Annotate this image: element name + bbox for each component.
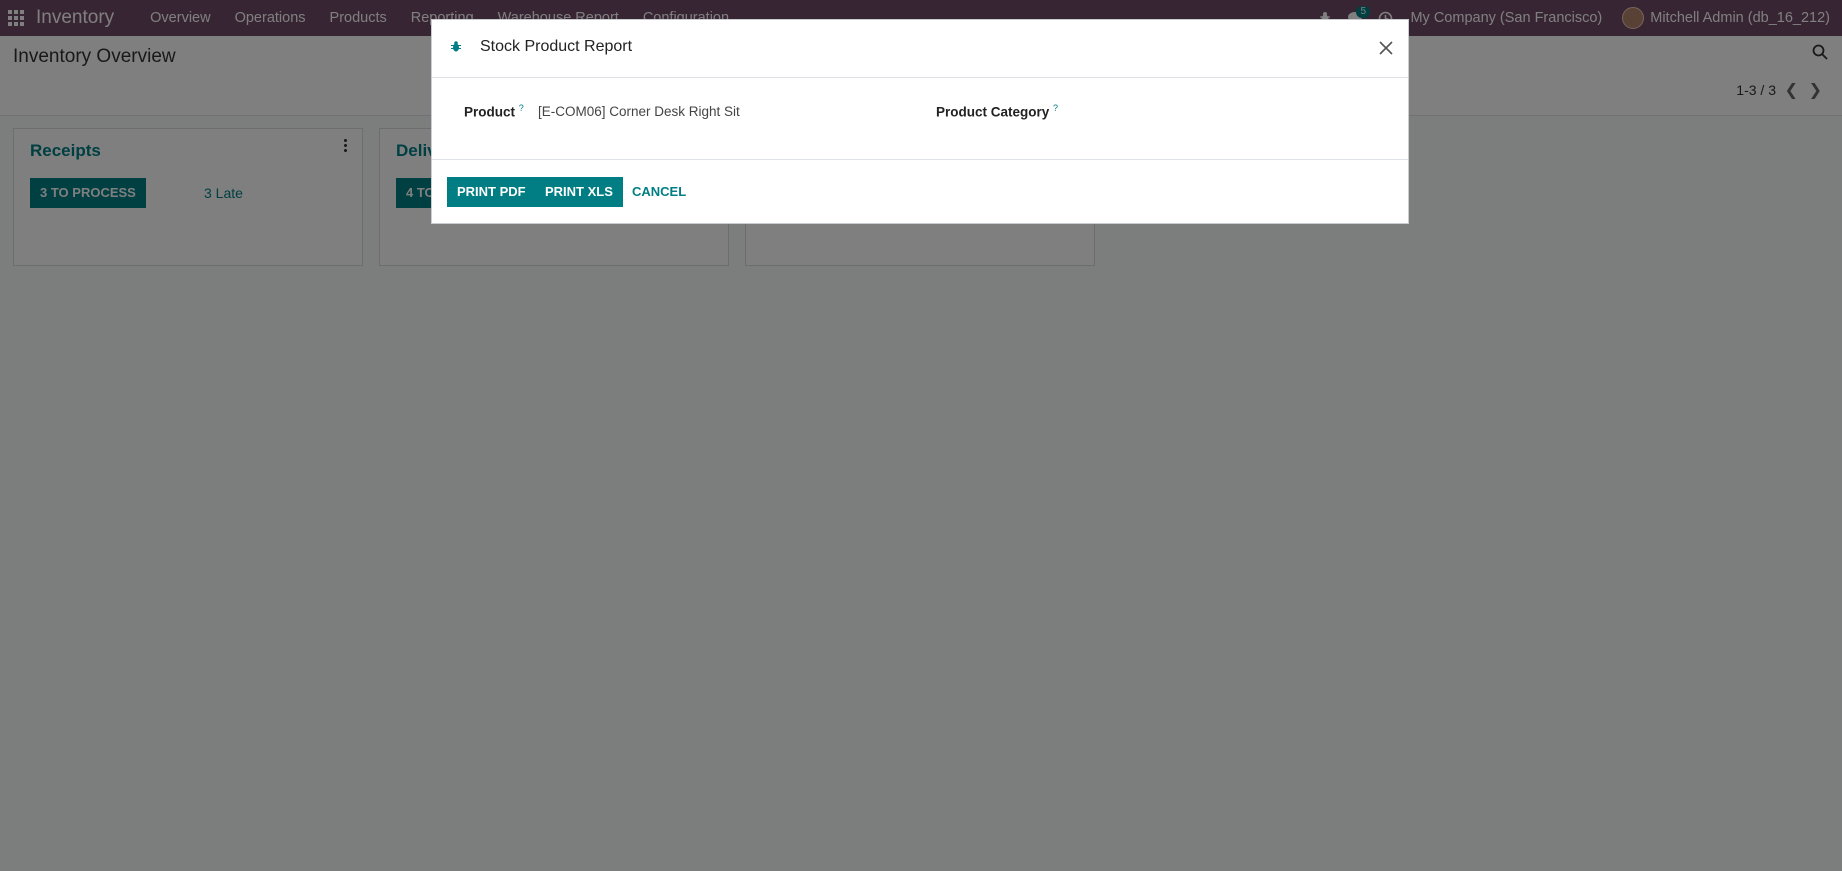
stock-product-report-dialog: Stock Product Report Product ? [E-COM06]… bbox=[431, 19, 1409, 224]
modal-footer: PRINT PDF PRINT XLS CANCEL bbox=[432, 160, 1408, 224]
cancel-button[interactable]: CANCEL bbox=[632, 177, 686, 207]
product-field[interactable]: [E-COM06] Corner Desk Right Sit bbox=[538, 104, 740, 119]
modal-body: Product ? [E-COM06] Corner Desk Right Si… bbox=[432, 78, 1408, 160]
product-label: Product ? bbox=[464, 103, 524, 120]
product-category-label: Product Category ? bbox=[936, 103, 1059, 120]
modal-header: Stock Product Report bbox=[432, 20, 1408, 78]
print-xls-button[interactable]: PRINT XLS bbox=[535, 177, 623, 207]
bug-icon bbox=[450, 40, 462, 57]
print-pdf-button[interactable]: PRINT PDF bbox=[447, 177, 536, 207]
modal-title: Stock Product Report bbox=[480, 38, 633, 55]
help-tooltip-icon[interactable]: ? bbox=[519, 103, 524, 113]
product-category-field[interactable] bbox=[1056, 104, 1396, 122]
close-icon[interactable] bbox=[1376, 38, 1396, 58]
